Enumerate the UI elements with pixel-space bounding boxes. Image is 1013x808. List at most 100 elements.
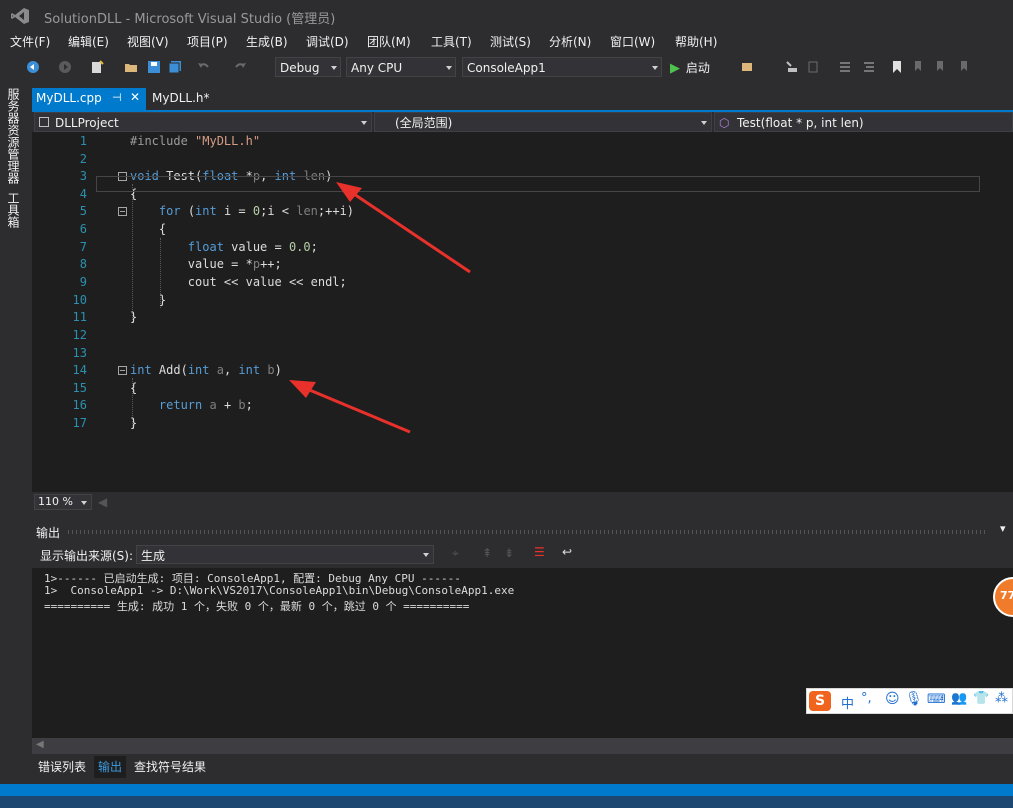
collapse-icon[interactable] xyxy=(118,207,127,216)
back-icon[interactable] xyxy=(26,60,40,74)
tab-label: MyDLL.cpp xyxy=(36,91,102,105)
panel-menu-icon[interactable]: ▾ xyxy=(1000,522,1006,535)
menu-view[interactable]: 视图(V) xyxy=(127,32,169,52)
horizontal-scrollbar[interactable]: ◀ xyxy=(32,738,1013,754)
prev-bookmark-icon[interactable] xyxy=(912,60,926,74)
code-line: int Add(int a, int b) xyxy=(130,363,282,377)
microphone-icon[interactable]: 🎙 xyxy=(905,691,923,707)
comment-icon[interactable] xyxy=(838,60,852,74)
line-number: 5 xyxy=(79,204,87,218)
skin-icon[interactable]: 👕 xyxy=(973,691,989,706)
output-source-value: 生成 xyxy=(141,549,166,563)
open-file-icon[interactable] xyxy=(124,60,138,74)
bottom-tool-tabs: 错误列表 输出 查找符号结果 xyxy=(32,756,1013,778)
code-line: } xyxy=(130,416,138,430)
chevron-down-icon xyxy=(81,501,87,505)
startup-project-select[interactable]: ConsoleApp1 xyxy=(462,57,662,77)
code-line: { xyxy=(130,381,138,395)
tab-output[interactable]: 输出 xyxy=(94,756,127,778)
start-label: 启动 xyxy=(685,61,710,75)
solution-platform-select[interactable]: Any CPU xyxy=(346,57,456,77)
scope-dropdown[interactable]: (全局范围) xyxy=(374,112,712,132)
line-number: 17 xyxy=(72,416,87,430)
menu-project[interactable]: 项目(P) xyxy=(187,32,228,52)
chevron-down-icon xyxy=(423,553,429,557)
chevron-down-icon xyxy=(361,121,367,125)
redo-icon[interactable] xyxy=(233,60,247,74)
uncomment-icon[interactable] xyxy=(862,60,876,74)
project-dropdown[interactable]: DLLProject xyxy=(34,112,372,132)
window-title: SolutionDLL - Microsoft Visual Studio (管… xyxy=(44,12,336,27)
chevron-down-icon xyxy=(331,66,337,70)
bookmark-icon[interactable] xyxy=(890,60,904,74)
toolbox-tab[interactable]: 工具箱 xyxy=(6,192,22,228)
word-wrap-icon[interactable]: ↩ xyxy=(562,545,572,559)
menu-test[interactable]: 测试(S) xyxy=(490,32,531,52)
collapse-icon[interactable] xyxy=(118,366,127,375)
tab-find-symbol-results[interactable]: 查找符号结果 xyxy=(130,756,210,778)
undo-icon[interactable] xyxy=(197,60,211,74)
step-into-icon[interactable] xyxy=(806,60,820,74)
member-dropdown[interactable]: ⬡ Test(float * p, int len) xyxy=(714,112,1013,132)
zoom-select[interactable]: 110 % xyxy=(34,494,92,510)
menu-bar: 文件(F) 编辑(E) 视图(V) 项目(P) 生成(B) 调试(D) 团队(M… xyxy=(0,32,1013,52)
code-line: value = *p++; xyxy=(130,257,282,271)
line-number: 15 xyxy=(72,381,87,395)
output-panel-header: 输出 ▾ xyxy=(32,522,1013,540)
scroll-left-icon[interactable]: ◀ xyxy=(36,739,44,750)
menu-build[interactable]: 生成(B) xyxy=(246,32,288,52)
menu-help[interactable]: 帮助(H) xyxy=(675,32,717,52)
server-explorer-tab[interactable]: 服务器资源管理器 xyxy=(6,88,22,184)
menu-edit[interactable]: 编辑(E) xyxy=(68,32,109,52)
user-icon[interactable]: 👥 xyxy=(951,691,967,706)
save-icon[interactable] xyxy=(147,60,161,74)
forward-icon[interactable] xyxy=(58,60,72,74)
tab-error-list[interactable]: 错误列表 xyxy=(34,756,90,778)
previous-message-icon[interactable]: ⇞ xyxy=(482,546,492,560)
clear-all-icon[interactable]: ☰ xyxy=(534,545,545,559)
solution-configuration-select[interactable]: Debug xyxy=(275,57,341,77)
line-number: 6 xyxy=(79,222,87,236)
keyboard-icon[interactable]: ⌨ xyxy=(927,692,946,707)
next-message-icon[interactable]: ⇟ xyxy=(504,546,514,560)
line-number: 8 xyxy=(79,257,87,271)
member-value: Test(float * p, int len) xyxy=(737,116,864,130)
sogou-logo-icon[interactable]: S xyxy=(809,691,831,711)
startup-project-value: ConsoleApp1 xyxy=(467,61,546,75)
menu-analyze[interactable]: 分析(N) xyxy=(549,32,591,52)
standard-toolbar: Debug Any CPU ConsoleApp1 ▶ 启动 xyxy=(0,54,1013,82)
line-number: 9 xyxy=(79,275,87,289)
menu-window[interactable]: 窗口(W) xyxy=(610,32,655,52)
start-debugging-button[interactable]: ▶ 启动 xyxy=(670,58,710,78)
menu-debug[interactable]: 调试(D) xyxy=(306,32,349,52)
menu-tools[interactable]: 工具(T) xyxy=(431,32,472,52)
code-line: cout << value << endl; xyxy=(130,275,347,289)
output-source-label: 显示输出来源(S): xyxy=(40,549,134,563)
visual-studio-logo-icon xyxy=(11,8,29,24)
menu-file[interactable]: 文件(F) xyxy=(10,32,50,52)
find-in-files-icon[interactable] xyxy=(740,60,754,74)
clear-bookmarks-icon[interactable] xyxy=(958,60,972,74)
play-icon: ▶ xyxy=(670,61,680,76)
project-value: DLLProject xyxy=(55,116,119,130)
close-icon[interactable]: ✕ xyxy=(130,90,140,104)
output-source-select[interactable]: 生成 xyxy=(136,545,434,564)
windows-taskbar xyxy=(0,796,1013,808)
line-number: 12 xyxy=(72,328,87,342)
scroll-left-icon[interactable]: ◀ xyxy=(98,495,107,509)
ime-mode-toggle[interactable]: 中 xyxy=(841,693,854,712)
save-all-icon[interactable] xyxy=(168,60,182,74)
project-icon xyxy=(39,117,49,127)
step-over-icon[interactable] xyxy=(785,60,799,74)
code-line: return a + b; xyxy=(158,398,253,412)
tab-mydll-cpp[interactable]: MyDLL.cpp ⊣ ✕ xyxy=(32,88,146,110)
next-bookmark-icon[interactable] xyxy=(934,60,948,74)
new-project-icon[interactable] xyxy=(90,60,104,74)
settings-grid-icon[interactable]: ⁂ xyxy=(995,691,1008,706)
menu-team[interactable]: 团队(M) xyxy=(367,32,411,52)
pin-icon[interactable]: ⊣ xyxy=(112,91,122,104)
emoji-icon[interactable]: ☺ xyxy=(885,691,900,707)
find-message-icon[interactable]: ⌖ xyxy=(452,546,459,561)
line-number: 10 xyxy=(72,293,87,307)
punctuation-icon[interactable]: °, xyxy=(861,691,872,706)
